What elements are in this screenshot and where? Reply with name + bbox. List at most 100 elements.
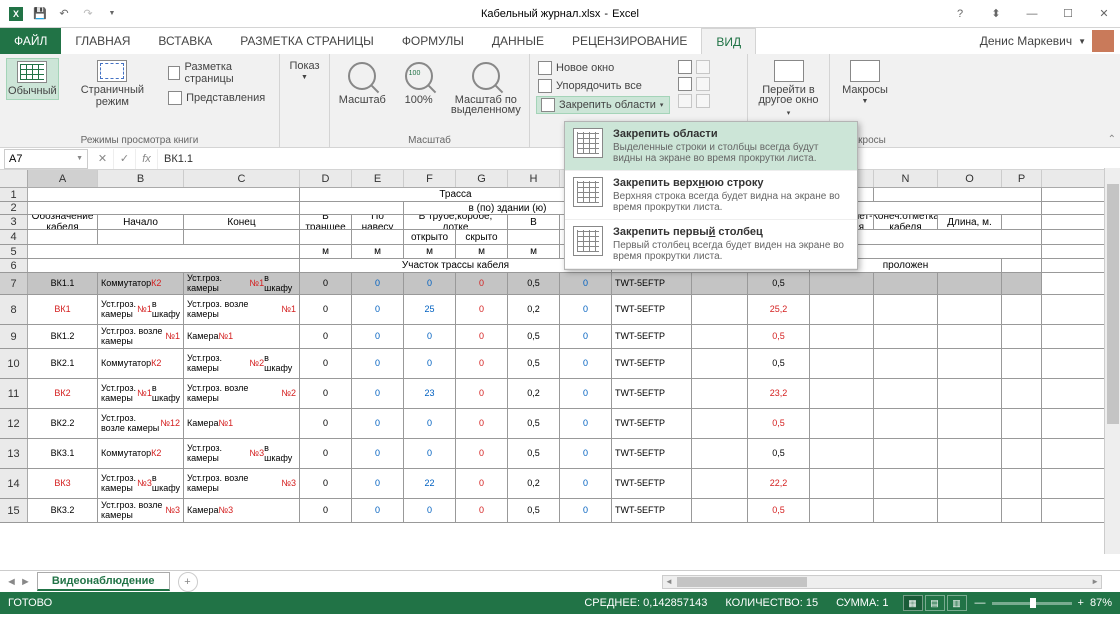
- cell[interactable]: [1002, 499, 1042, 522]
- cell[interactable]: 23,2: [748, 379, 810, 408]
- cell[interactable]: ВК1: [28, 295, 98, 324]
- add-sheet-button[interactable]: +: [178, 572, 198, 592]
- row-header[interactable]: 13: [0, 439, 28, 468]
- cell[interactable]: 0,5: [748, 409, 810, 438]
- col-header-P[interactable]: P: [1002, 170, 1042, 187]
- cell[interactable]: 0: [352, 439, 404, 468]
- cell[interactable]: [352, 230, 404, 244]
- cell[interactable]: 0: [352, 469, 404, 498]
- qat-dropdown-icon[interactable]: ▼: [102, 4, 122, 24]
- hscroll-thumb[interactable]: [677, 577, 807, 587]
- cell[interactable]: [874, 499, 938, 522]
- cell[interactable]: [810, 469, 874, 498]
- cell[interactable]: [692, 379, 748, 408]
- cell[interactable]: Длина, м.: [938, 215, 1002, 229]
- col-header-O[interactable]: O: [938, 170, 1002, 187]
- cell[interactable]: Камера №3: [184, 499, 300, 522]
- cell[interactable]: [874, 469, 938, 498]
- cell[interactable]: м: [456, 245, 508, 258]
- view-normal-icon[interactable]: ▦: [903, 595, 923, 611]
- row-header[interactable]: 4: [0, 230, 28, 244]
- cell[interactable]: 0: [560, 379, 612, 408]
- cell[interactable]: [1002, 325, 1042, 348]
- cell[interactable]: [874, 409, 938, 438]
- cell[interactable]: TWT-5EFTP: [612, 325, 692, 348]
- cell[interactable]: По навесу: [352, 215, 404, 229]
- cell[interactable]: [810, 409, 874, 438]
- vertical-scrollbar[interactable]: [1104, 168, 1120, 554]
- cell[interactable]: 0,5: [748, 439, 810, 468]
- cell[interactable]: [1002, 439, 1042, 468]
- freeze-panes-button[interactable]: Закрепить области▾: [536, 96, 670, 114]
- split-icon[interactable]: [678, 60, 692, 74]
- tab-data[interactable]: ДАННЫЕ: [478, 28, 558, 54]
- cell[interactable]: [810, 273, 874, 294]
- row-header[interactable]: 8: [0, 295, 28, 324]
- cell[interactable]: Обозначение кабеля: [28, 215, 98, 229]
- cell[interactable]: [810, 379, 874, 408]
- cell[interactable]: 0: [404, 273, 456, 294]
- cell[interactable]: 0: [352, 499, 404, 522]
- cell[interactable]: м: [404, 245, 456, 258]
- cell[interactable]: [28, 245, 300, 258]
- pagebreak-view-button[interactable]: Страничный режим: [65, 58, 160, 110]
- cell[interactable]: В траншее: [300, 215, 352, 229]
- cell[interactable]: 0,5: [748, 499, 810, 522]
- help-icon[interactable]: ?: [948, 4, 972, 24]
- cell[interactable]: 22: [404, 469, 456, 498]
- cell[interactable]: TWT-5EFTP: [612, 439, 692, 468]
- cell[interactable]: [938, 499, 1002, 522]
- view-pagelayout-icon[interactable]: ▤: [925, 595, 945, 611]
- cell[interactable]: 22,2: [748, 469, 810, 498]
- cell[interactable]: [874, 295, 938, 324]
- cell[interactable]: 0: [404, 325, 456, 348]
- cell[interactable]: TWT-5EFTP: [612, 379, 692, 408]
- cell[interactable]: [938, 409, 1002, 438]
- cell[interactable]: Коммутатор К2: [98, 439, 184, 468]
- row-header[interactable]: 6: [0, 259, 28, 272]
- row-header[interactable]: 1: [0, 188, 28, 201]
- cell[interactable]: скрыто: [456, 230, 508, 244]
- cell[interactable]: [874, 349, 938, 378]
- cell[interactable]: 0: [560, 273, 612, 294]
- cell[interactable]: [692, 349, 748, 378]
- cell[interactable]: 0: [300, 273, 352, 294]
- cell[interactable]: 0,5: [508, 439, 560, 468]
- cell[interactable]: [1002, 273, 1042, 294]
- cell[interactable]: [692, 499, 748, 522]
- tab-insert[interactable]: ВСТАВКА: [144, 28, 226, 54]
- show-button[interactable]: Показ ▼: [281, 58, 329, 83]
- maximize-icon[interactable]: ☐: [1056, 4, 1080, 24]
- cell[interactable]: 0: [300, 409, 352, 438]
- cell[interactable]: [874, 325, 938, 348]
- cell[interactable]: [1002, 469, 1042, 498]
- sheet-tab[interactable]: Видеонаблюдение: [37, 572, 170, 591]
- row-header[interactable]: 9: [0, 325, 28, 348]
- horizontal-scrollbar[interactable]: ◄ ►: [662, 575, 1102, 589]
- cell[interactable]: м: [352, 245, 404, 258]
- tab-file[interactable]: ФАЙЛ: [0, 28, 61, 54]
- cell[interactable]: 0: [404, 499, 456, 522]
- cell[interactable]: TWT-5EFTP: [612, 273, 692, 294]
- cell[interactable]: [938, 325, 1002, 348]
- cell[interactable]: 0: [300, 349, 352, 378]
- cell[interactable]: 0: [456, 499, 508, 522]
- cell[interactable]: [184, 230, 300, 244]
- zoom-in-icon[interactable]: +: [1078, 597, 1084, 609]
- pos-icon[interactable]: [696, 94, 710, 108]
- cell[interactable]: 0: [456, 409, 508, 438]
- arrange-all-button[interactable]: Упорядочить все: [536, 78, 670, 94]
- cell[interactable]: В: [508, 215, 560, 229]
- cell[interactable]: 0: [560, 295, 612, 324]
- cell[interactable]: Уст.гроз. возле камеры №1: [98, 325, 184, 348]
- cell[interactable]: 0,2: [508, 295, 560, 324]
- cell[interactable]: TWT-5EFTP: [612, 295, 692, 324]
- cell[interactable]: [692, 295, 748, 324]
- cancel-formula-icon[interactable]: ✕: [92, 149, 114, 169]
- cell[interactable]: 0,5: [508, 273, 560, 294]
- tab-formulas[interactable]: ФОРМУЛЫ: [388, 28, 478, 54]
- cell[interactable]: 0,5: [508, 349, 560, 378]
- cell[interactable]: 0: [560, 469, 612, 498]
- cell[interactable]: 0,2: [508, 469, 560, 498]
- cell[interactable]: 0: [300, 499, 352, 522]
